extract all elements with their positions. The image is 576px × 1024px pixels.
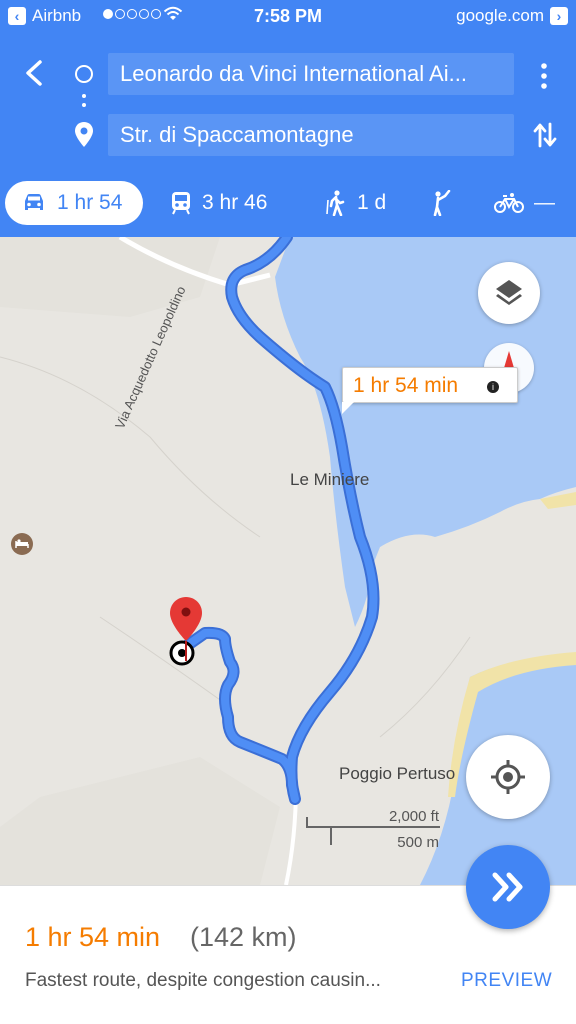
tab-walking-label: 1 d <box>357 191 387 214</box>
hotel-icon[interactable] <box>11 533 33 555</box>
origin-field[interactable]: Leonardo da Vinci International Ai... <box>108 53 514 95</box>
map-view[interactable]: 1 hr 54 min i Le Miniere Poggio Pertuso … <box>0 237 576 885</box>
chevron-right-icon: › <box>550 7 568 25</box>
site-label: google.com <box>456 6 544 25</box>
my-location-button[interactable] <box>466 735 550 819</box>
crosshair-icon <box>491 760 525 794</box>
route-distance: (142 km) <box>190 922 297 952</box>
scale-metric: 500 m <box>397 834 439 851</box>
more-options-icon[interactable] <box>536 61 552 91</box>
tab-walking[interactable]: 1 d <box>325 181 386 225</box>
preview-button[interactable]: PREVIEW <box>461 970 552 992</box>
directions-header: Leonardo da Vinci International Ai... St… <box>0 34 576 237</box>
ride-hail-icon <box>433 190 451 216</box>
train-icon <box>172 192 190 215</box>
eta-callout-text: 1 hr 54 min <box>353 374 459 397</box>
tab-ride-hailing[interactable] <box>430 181 452 225</box>
eta-callout[interactable]: 1 hr 54 min i <box>342 367 518 414</box>
destination-field[interactable]: Str. di Spaccamontagne <box>108 114 514 156</box>
route-duration: 1 hr 54 min <box>25 922 161 952</box>
start-navigation-button[interactable] <box>466 845 550 929</box>
tab-cycling[interactable]: — <box>494 181 555 225</box>
info-icon: i <box>487 381 499 393</box>
map-label-poggio-pertuso: Poggio Pertuso <box>339 764 456 783</box>
layers-button[interactable] <box>478 262 540 324</box>
car-icon <box>25 194 43 210</box>
tab-cycling-label: — <box>534 191 555 214</box>
tab-driving[interactable]: 1 hr 54 <box>5 181 143 225</box>
map-scale: 2,000 ft 500 m <box>305 805 445 855</box>
site-link[interactable]: google.com › <box>456 6 568 26</box>
origin-circle-icon <box>75 65 93 83</box>
tab-transit-label: 3 hr 46 <box>202 191 268 214</box>
double-chevron-icon <box>492 872 523 902</box>
swap-icon[interactable] <box>530 120 560 150</box>
back-arrow-icon[interactable] <box>18 56 52 90</box>
travel-mode-tabs: 1 hr 54 3 hr 46 1 d — <box>0 179 576 227</box>
scale-imperial: 2,000 ft <box>388 808 439 825</box>
destination-pin-icon <box>75 122 93 147</box>
layers-icon <box>496 280 522 305</box>
status-bar: ‹ Airbnb 7:58 PM google.com › <box>0 0 576 34</box>
bike-icon <box>494 193 524 213</box>
tab-transit[interactable]: 3 hr 46 <box>170 181 267 225</box>
walk-icon <box>326 190 345 216</box>
route-dots-icon <box>82 94 86 112</box>
tab-driving-label: 1 hr 54 <box>57 191 123 214</box>
callout-tail <box>342 402 354 414</box>
map-label-le-miniere: Le Miniere <box>290 470 370 489</box>
route-description: Fastest route, despite congestion causin… <box>25 970 381 991</box>
